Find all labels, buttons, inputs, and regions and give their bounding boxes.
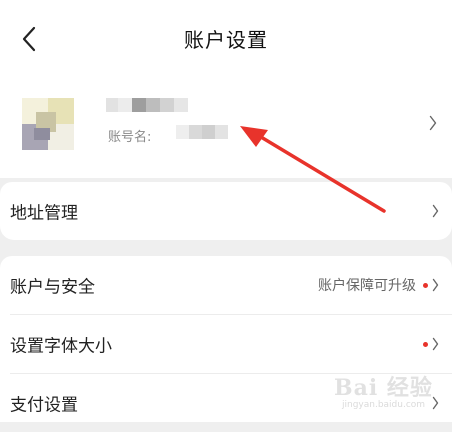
- chevron-right-icon: [430, 203, 440, 219]
- profile-card[interactable]: 账号名:: [0, 78, 452, 178]
- page-title: 账户设置: [184, 28, 268, 52]
- notification-dot: [423, 342, 428, 347]
- account-security-status: 账户保障可升级: [318, 278, 416, 294]
- chevron-right-icon: [428, 114, 438, 132]
- account-nickname-blurred: [106, 98, 188, 112]
- header-bar: 账户设置: [0, 0, 452, 78]
- notification-dot: [423, 283, 428, 288]
- payment-settings-label: 支付设置: [10, 395, 78, 416]
- account-security-row[interactable]: 账户与安全 账户保障可升级: [0, 256, 452, 314]
- font-size-label: 设置字体大小: [10, 336, 112, 357]
- baidu-jingyan-watermark: Bai 经验 jingyan.baidu.com: [334, 370, 446, 416]
- account-name-blurred: [176, 125, 228, 139]
- chevron-right-icon: [430, 336, 440, 352]
- watermark-url: jingyan.baidu.com: [342, 400, 426, 410]
- address-management-row[interactable]: 地址管理: [0, 182, 452, 240]
- account-security-label: 账户与安全: [10, 277, 95, 298]
- address-card: 地址管理: [0, 182, 452, 240]
- account-name-label: 账号名:: [108, 130, 152, 145]
- font-size-row[interactable]: 设置字体大小: [0, 315, 452, 373]
- chevron-right-icon: [430, 277, 440, 293]
- watermark-logo: Bai 经验: [334, 375, 433, 401]
- address-management-label: 地址管理: [10, 203, 78, 224]
- avatar[interactable]: [22, 98, 74, 150]
